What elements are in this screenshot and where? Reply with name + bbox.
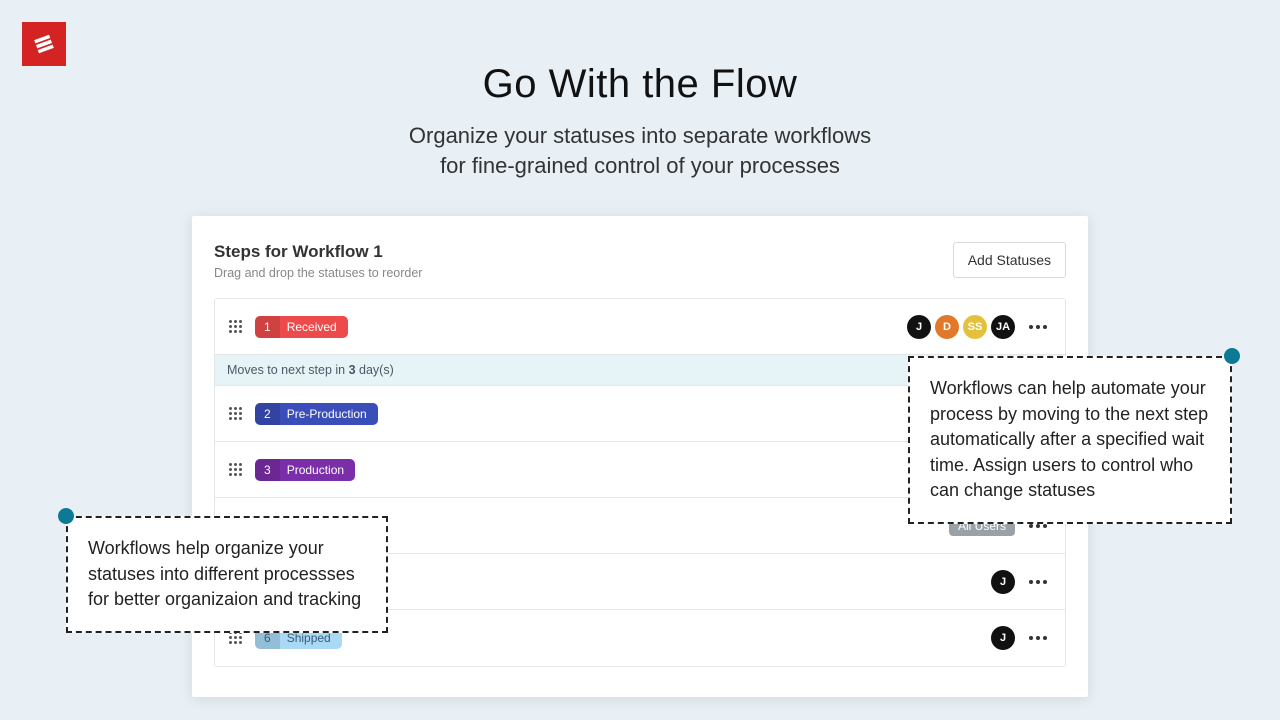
panel-subtitle: Drag and drop the statuses to reorder [214,266,422,280]
panel-title: Steps for Workflow 1 [214,242,422,262]
drag-handle-icon[interactable] [229,631,243,645]
row-menu-button[interactable] [1025,569,1051,595]
drag-handle-icon[interactable] [229,407,243,421]
page-title: Go With the Flow [0,62,1280,107]
callout-organize: Workflows help organize your statuses in… [66,516,388,633]
callout-anchor-dot [1224,348,1240,364]
avatar[interactable]: J [991,570,1015,594]
callout-automate: Workflows can help automate your process… [908,356,1232,524]
avatar[interactable]: J [991,626,1015,650]
page-subtitle: Organize your statuses into separate wor… [0,121,1280,180]
row-menu-button[interactable] [1025,314,1051,340]
drag-handle-icon[interactable] [229,320,243,334]
avatar[interactable]: D [935,315,959,339]
step-row-received[interactable]: 1 Received J D SS JA [215,299,1065,355]
avatar[interactable]: SS [963,315,987,339]
drag-handle-icon[interactable] [229,463,243,477]
avatar[interactable]: J [907,315,931,339]
callout-anchor-dot [58,508,74,524]
add-statuses-button[interactable]: Add Statuses [953,242,1066,278]
status-pill: 1 Received [255,316,348,338]
brand-logo-icon [30,30,58,58]
status-pill: 3 Production [255,459,355,481]
status-pill: 2 Pre-Production [255,403,378,425]
row-menu-button[interactable] [1025,625,1051,651]
avatar[interactable]: JA [991,315,1015,339]
brand-logo [22,22,66,66]
